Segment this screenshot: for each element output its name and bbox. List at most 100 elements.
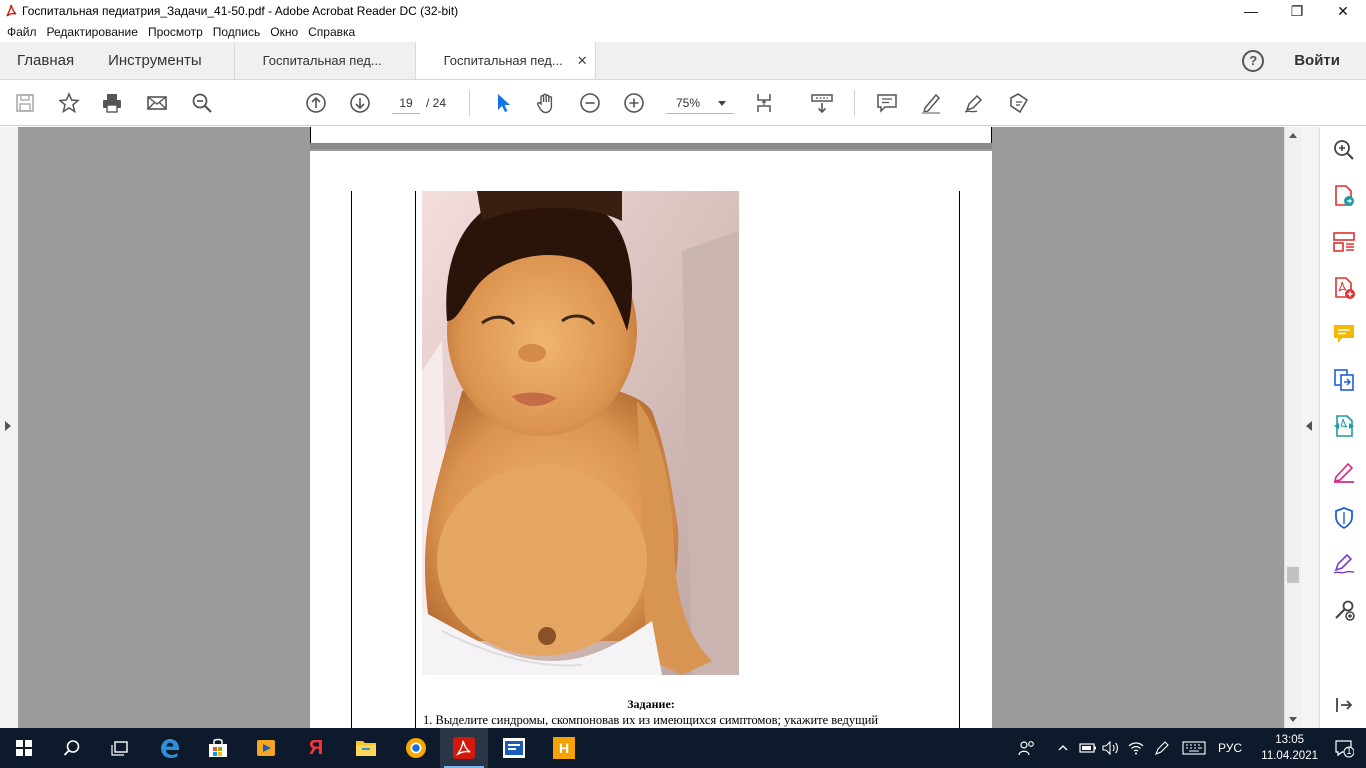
store-icon[interactable] xyxy=(194,728,242,768)
email-icon[interactable] xyxy=(145,91,169,115)
clock-date: 11.04.2021 xyxy=(1261,750,1318,762)
combine-files-icon[interactable] xyxy=(1331,367,1357,393)
tab-document-2-label: Госпитальная пед... xyxy=(443,53,563,68)
file-explorer-icon[interactable] xyxy=(342,728,390,768)
scroll-down-arrow-icon[interactable] xyxy=(1289,717,1297,722)
menu-view[interactable]: Просмотр xyxy=(148,25,203,39)
battery-icon[interactable] xyxy=(1079,728,1097,768)
yandex-browser-icon[interactable]: Я xyxy=(292,728,340,768)
zoom-level-value: 75% xyxy=(676,96,701,110)
next-page-icon[interactable] xyxy=(348,91,372,115)
clock-time: 13:05 xyxy=(1275,734,1305,746)
close-tab-icon[interactable]: ✕ xyxy=(577,53,588,69)
people-icon[interactable] xyxy=(1018,728,1036,768)
notification-center-icon[interactable]: 1 xyxy=(1334,738,1355,758)
create-pdf-icon[interactable] xyxy=(1331,275,1357,301)
tab-document-2[interactable]: Госпитальная пед... ✕ xyxy=(415,42,596,79)
hand-tool-icon[interactable] xyxy=(534,91,558,115)
task-heading: Задание: xyxy=(627,697,675,711)
fill-and-sign-icon[interactable] xyxy=(1331,459,1357,485)
help-icon[interactable]: ? xyxy=(1242,49,1265,72)
task-text: 1. Выделите синдромы, скомпоновав их из … xyxy=(423,713,879,727)
vertical-scrollbar[interactable] xyxy=(1284,127,1301,728)
chrome-like-browser-icon[interactable] xyxy=(392,728,440,768)
clock[interactable]: 13:05 11.04.2021 xyxy=(1261,732,1318,764)
menu-file[interactable]: Файл xyxy=(7,25,37,39)
menu-help[interactable]: Справка xyxy=(308,25,355,39)
print-icon[interactable] xyxy=(100,91,124,115)
tools-pane xyxy=(1301,127,1366,728)
organize-pages-icon[interactable] xyxy=(1331,229,1357,255)
table-border-right xyxy=(959,191,960,728)
h-app-icon[interactable]: H xyxy=(540,728,588,768)
task-view-icon[interactable] xyxy=(96,728,144,768)
search-icon[interactable] xyxy=(48,728,96,768)
protect-shield-icon[interactable] xyxy=(1331,505,1357,531)
keyboard-icon[interactable] xyxy=(1182,728,1206,768)
restore-button[interactable]: ❐ xyxy=(1274,0,1320,22)
table-border-left xyxy=(351,191,352,728)
bookmark-star-icon[interactable] xyxy=(57,91,81,115)
send-for-review-icon[interactable] xyxy=(1331,413,1357,439)
zoom-out-icon[interactable] xyxy=(578,91,602,115)
tray-overflow-chevron-icon[interactable] xyxy=(1058,728,1068,768)
fill-sign-icon[interactable] xyxy=(1007,91,1031,115)
menu-sign[interactable]: Подпись xyxy=(213,25,261,39)
select-cursor-icon[interactable] xyxy=(491,91,515,115)
tab-home[interactable]: Главная xyxy=(0,42,91,79)
left-panel-toggle[interactable] xyxy=(0,127,18,728)
export-pdf-icon[interactable] xyxy=(1331,183,1357,209)
zoom-in-icon[interactable] xyxy=(622,91,646,115)
language-indicator[interactable]: РУС xyxy=(1218,728,1242,768)
zoom-level-select[interactable]: 75% xyxy=(666,92,734,114)
toolbar-separator xyxy=(469,90,470,116)
zoom-tool-icon[interactable] xyxy=(1331,137,1357,163)
signature-pen-icon[interactable] xyxy=(1331,551,1357,577)
toolbar-separator xyxy=(854,90,855,116)
expand-arrow-icon xyxy=(5,421,11,431)
window-title: Госпитальная педиатрия_Задачи_41-50.pdf … xyxy=(22,4,459,18)
page-total: / 24 xyxy=(426,96,447,110)
draw-pen-icon[interactable] xyxy=(962,91,986,115)
pen-ink-icon[interactable] xyxy=(1154,728,1170,768)
scroll-mode-icon[interactable] xyxy=(810,91,834,115)
h-app-letter: H xyxy=(553,737,575,759)
edge-browser-icon[interactable] xyxy=(146,728,194,768)
highlight-pen-icon[interactable] xyxy=(919,91,943,115)
menu-edit[interactable]: Редактирование xyxy=(47,25,138,39)
comment-icon[interactable] xyxy=(875,91,899,115)
save-icon[interactable] xyxy=(13,91,37,115)
page-number-input[interactable]: 19 xyxy=(392,92,420,114)
scroll-up-arrow-icon[interactable] xyxy=(1289,133,1297,138)
windows-taskbar: Я H РУС 13:05 11.04.2021 1 xyxy=(0,728,1366,768)
collapse-pane-arrow-icon[interactable] xyxy=(1306,421,1312,431)
previous-page-icon[interactable] xyxy=(304,91,328,115)
minimize-button[interactable]: — xyxy=(1228,0,1274,22)
start-windows-icon[interactable] xyxy=(0,728,48,768)
tab-document-1[interactable]: Госпитальная пед... xyxy=(233,42,416,79)
yandex-letter: Я xyxy=(308,736,324,759)
fit-page-icon[interactable] xyxy=(754,91,778,115)
menu-bar: Файл Редактирование Просмотр Подпись Окн… xyxy=(0,22,1366,42)
title-bar: Госпитальная педиатрия_Задачи_41-50.pdf … xyxy=(0,0,1366,22)
tab-bar: Главная Инструменты Госпитальная пед... … xyxy=(0,42,1366,80)
notification-count: 1 xyxy=(1346,746,1352,756)
wifi-icon[interactable] xyxy=(1128,728,1144,768)
close-window-button[interactable]: ✕ xyxy=(1320,0,1366,22)
word-like-app-icon[interactable] xyxy=(490,728,538,768)
tab-tools[interactable]: Инструменты xyxy=(91,42,234,79)
sign-in-button[interactable]: Войти xyxy=(1294,52,1340,69)
acrobat-taskbar-icon[interactable] xyxy=(440,728,488,768)
table-border-inner xyxy=(415,191,416,728)
volume-icon[interactable] xyxy=(1102,728,1120,768)
expand-panel-icon[interactable] xyxy=(1331,692,1357,718)
more-tools-icon[interactable] xyxy=(1331,597,1357,623)
scroll-thumb[interactable] xyxy=(1287,567,1299,583)
search-zoom-icon[interactable] xyxy=(190,91,214,115)
acrobat-app-icon xyxy=(6,4,17,17)
comment-tool-icon[interactable] xyxy=(1331,321,1357,347)
document-view[interactable]: Задание: 1. Выделите синдромы, скомпонов… xyxy=(0,127,1284,728)
media-player-icon[interactable] xyxy=(242,728,290,768)
pdf-page: Задание: 1. Выделите синдромы, скомпонов… xyxy=(310,151,992,728)
menu-window[interactable]: Окно xyxy=(270,25,298,39)
